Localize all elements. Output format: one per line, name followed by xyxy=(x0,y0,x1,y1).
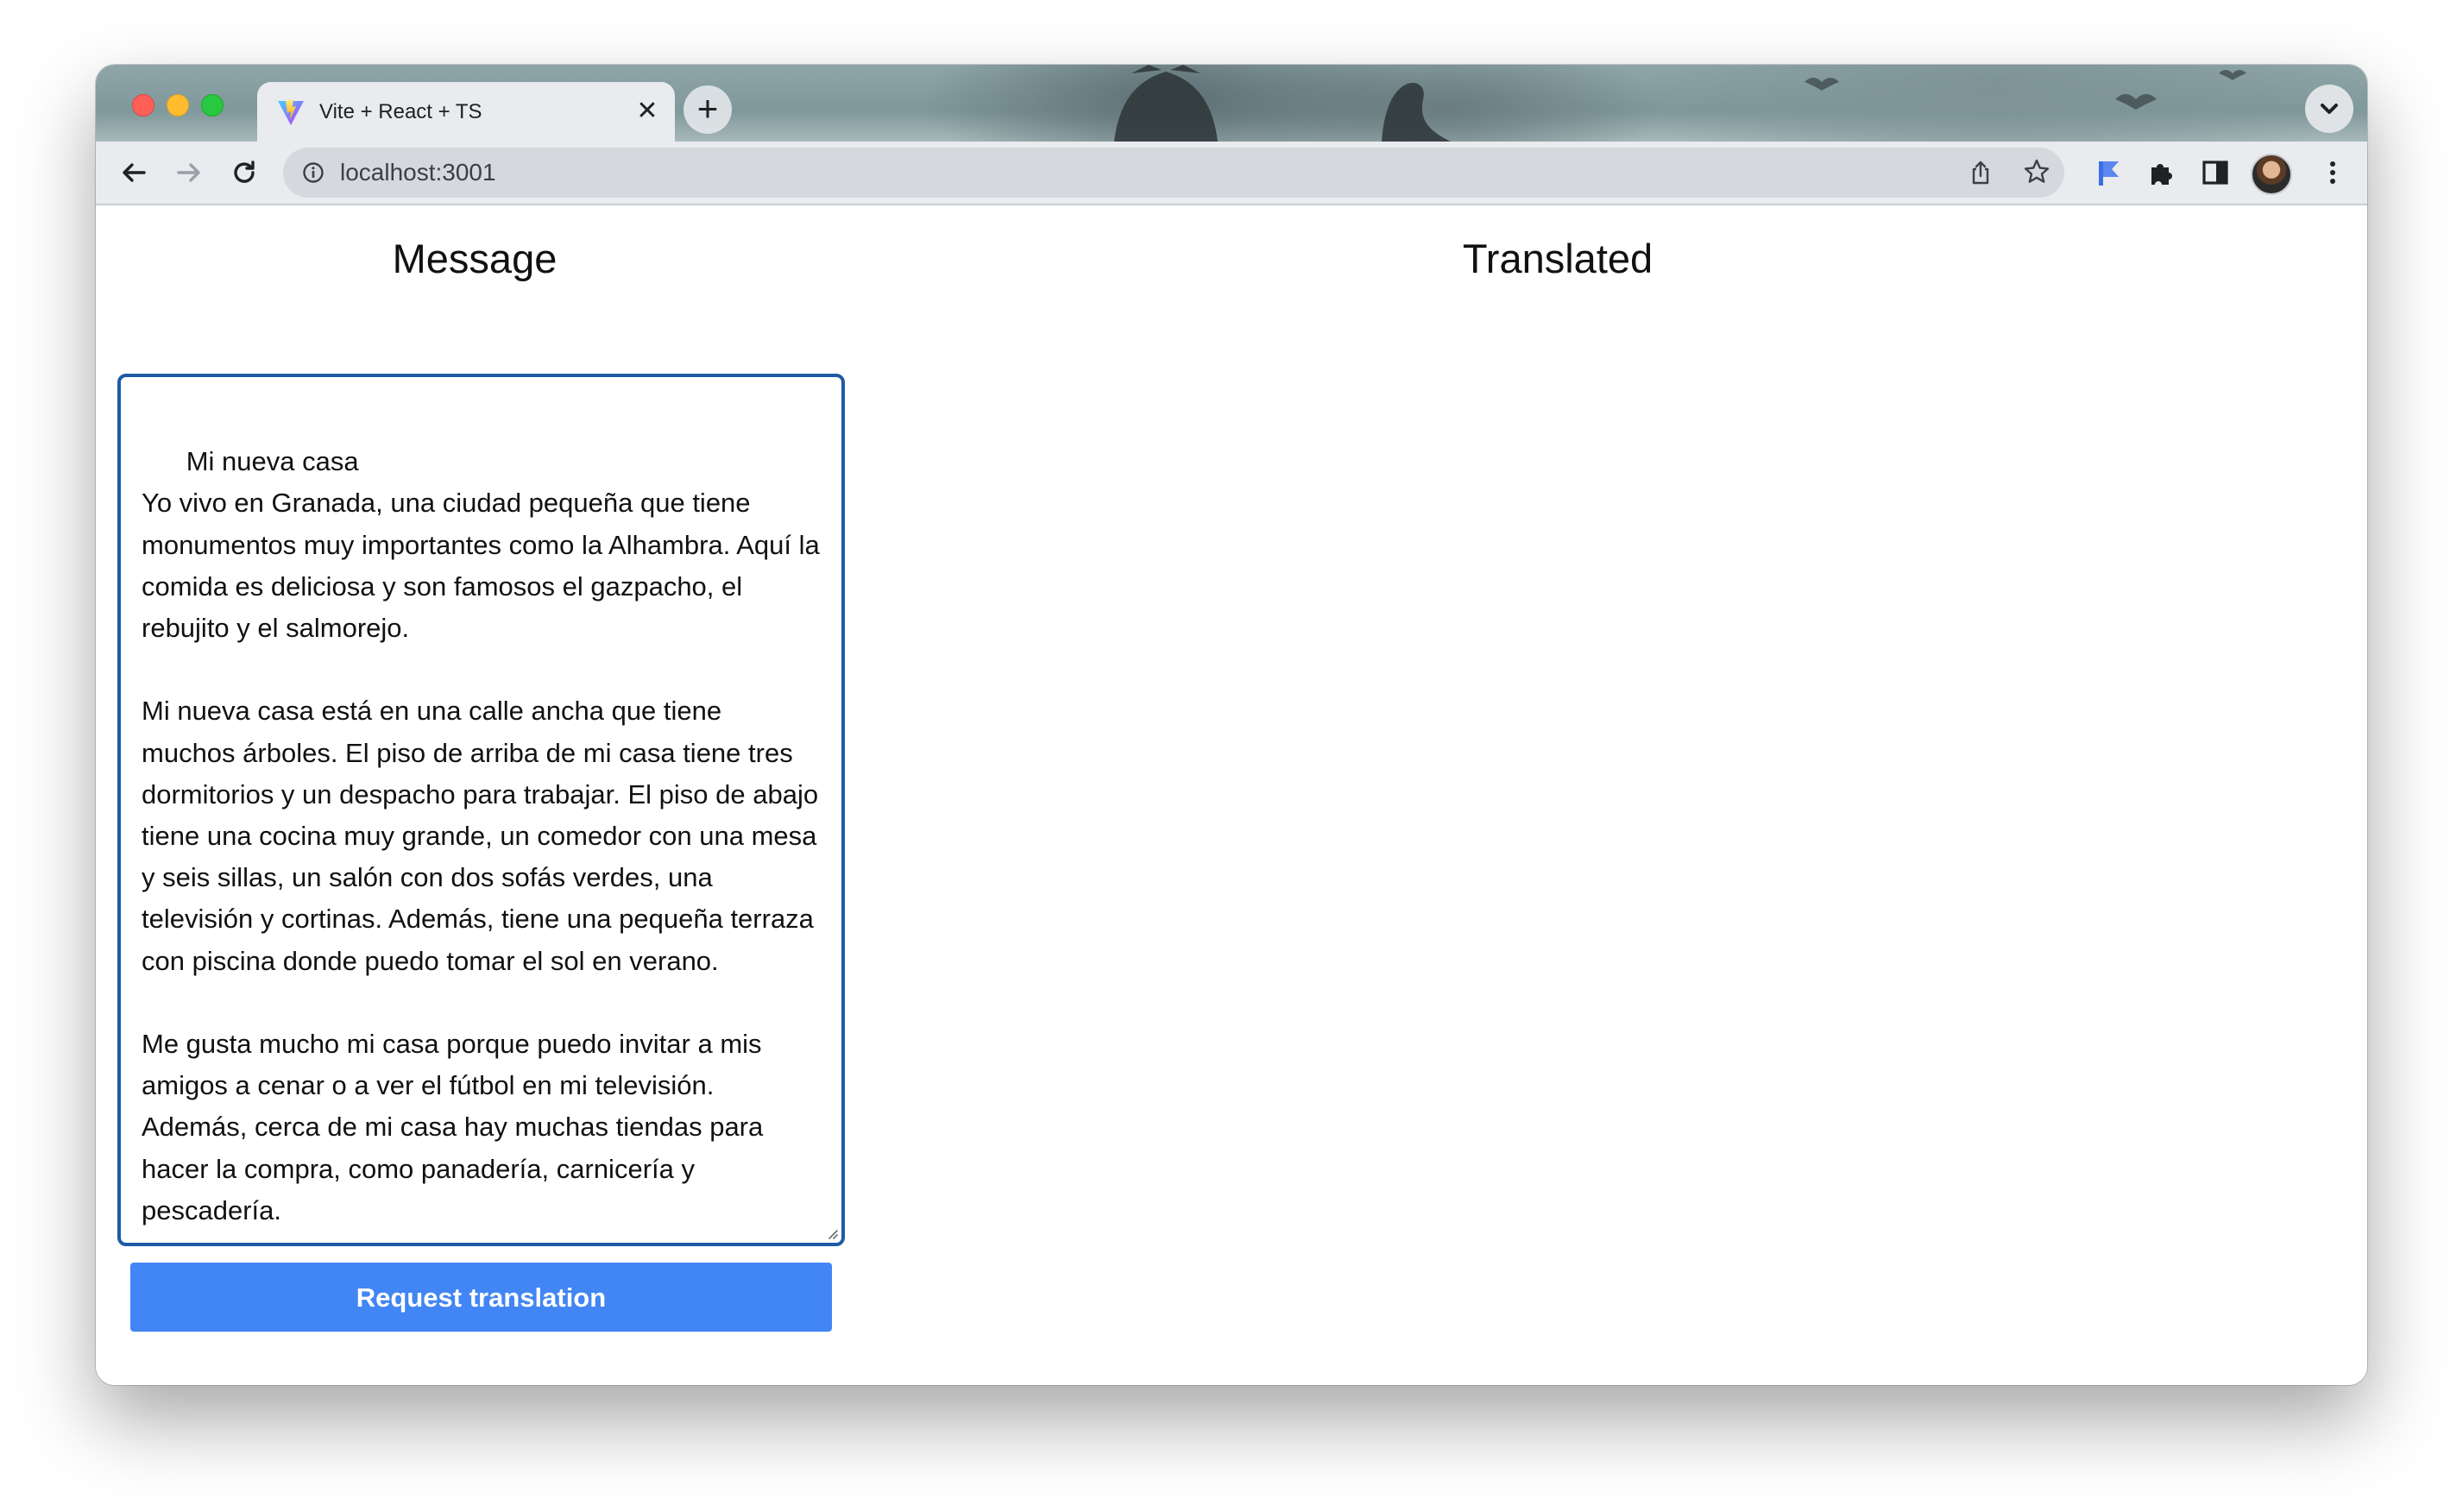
vite-logo-icon xyxy=(278,99,304,125)
maximize-window-button[interactable] xyxy=(201,94,224,117)
back-arrow-icon[interactable] xyxy=(118,157,149,188)
address-bar[interactable]: localhost:3001 xyxy=(283,148,2064,198)
tab-active[interactable]: Vite + React + TS ✕ xyxy=(257,82,675,142)
close-window-button[interactable] xyxy=(132,94,154,117)
minimize-window-button[interactable] xyxy=(167,94,189,117)
bookmark-extension-icon[interactable] xyxy=(2093,157,2124,188)
side-panel-icon[interactable] xyxy=(2200,157,2231,188)
translated-heading: Translated xyxy=(1462,236,1654,281)
kebab-menu-icon[interactable] xyxy=(2317,157,2348,188)
theme-owl-decoration xyxy=(1114,65,1218,142)
browser-window: Vite + React + TS ✕ + localhost:3001 Mes… xyxy=(96,65,2367,1385)
resize-handle-icon[interactable] xyxy=(824,1225,838,1239)
toolbar: localhost:3001 xyxy=(96,142,2367,205)
close-icon[interactable]: ✕ xyxy=(632,96,663,127)
theme-bats-decoration xyxy=(1805,70,2246,110)
page-content: Message Translated Mi nueva casa Yo vivo… xyxy=(96,205,2367,1385)
message-textarea[interactable]: Mi nueva casa Yo vivo en Granada, una ci… xyxy=(117,374,845,1246)
puzzle-extensions-icon[interactable] xyxy=(2146,157,2177,188)
star-icon[interactable] xyxy=(2023,158,2050,186)
tab-search-button[interactable] xyxy=(2305,85,2353,133)
theme-crow-decoration xyxy=(1382,82,1451,142)
avatar[interactable] xyxy=(2251,154,2292,195)
tab-strip: Vite + React + TS ✕ + xyxy=(96,65,2367,142)
forward-arrow-icon[interactable] xyxy=(173,157,205,188)
plus-icon[interactable]: + xyxy=(683,85,732,134)
tab-title: Vite + React + TS xyxy=(319,100,482,123)
info-icon[interactable] xyxy=(302,161,324,184)
share-icon[interactable] xyxy=(1968,160,1994,186)
message-heading: Message xyxy=(392,236,557,281)
message-text[interactable]: Mi nueva casa Yo vivo en Granada, una ci… xyxy=(142,446,827,1225)
request-translation-button[interactable]: Request translation xyxy=(130,1263,832,1332)
chevron-down-icon xyxy=(2321,104,2338,114)
translated-output xyxy=(959,374,2340,1246)
reload-icon[interactable] xyxy=(229,157,260,188)
url-text[interactable]: localhost:3001 xyxy=(340,160,496,186)
